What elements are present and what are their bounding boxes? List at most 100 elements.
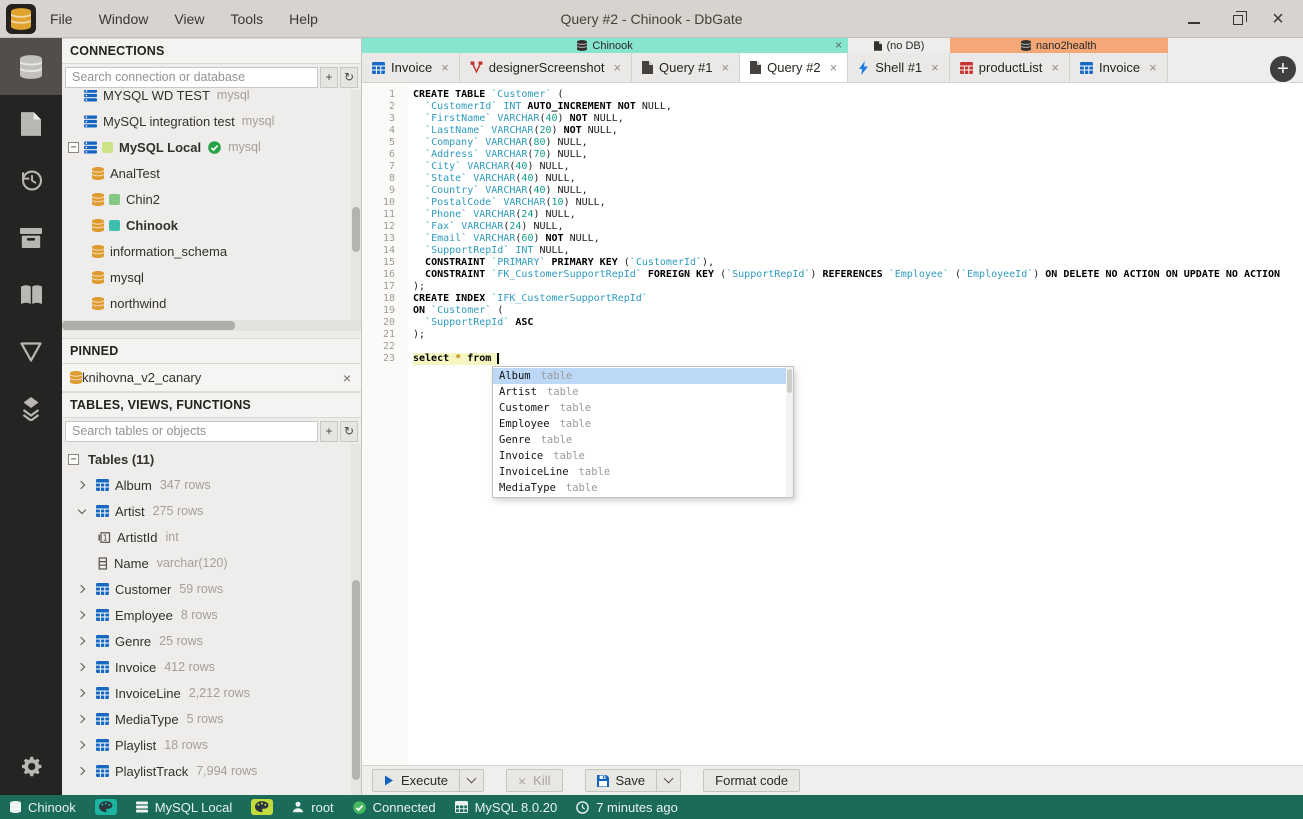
column-row[interactable]: 1 ArtistId int (62, 524, 351, 550)
autocomplete-item[interactable]: Employee table (493, 416, 793, 432)
tables-search-input[interactable] (65, 420, 318, 442)
tables-scrollbar-thumb[interactable] (352, 580, 360, 780)
table-row[interactable]: MediaType 5 rows (62, 706, 351, 732)
table-row[interactable]: PlaylistTrack 7,994 rows (62, 758, 351, 784)
collapse-toggle-icon[interactable]: − (68, 453, 79, 465)
expander-chevron-icon[interactable] (74, 503, 90, 519)
menu-help[interactable]: Help (289, 11, 318, 27)
expander-chevron-icon[interactable] (74, 685, 90, 701)
connections-hscrollbar-thumb[interactable] (62, 321, 235, 330)
table-row[interactable]: Invoice 412 rows (62, 654, 351, 680)
format-code-button[interactable]: Format code (703, 769, 801, 792)
close-group-icon[interactable]: × (835, 38, 842, 53)
table-row[interactable]: Artist 275 rows (62, 498, 351, 524)
palette-icon[interactable] (94, 799, 117, 815)
tab-group-header[interactable]: (no DB) (848, 38, 950, 53)
sql-editor[interactable]: 1 2 3 4 5 6 7 8 9 10 11 12 13 14 15 16 17 18 19 20 21 22 23 CR… (362, 83, 1303, 765)
close-tab-icon[interactable]: × (830, 60, 838, 75)
table-row[interactable]: Playlist 18 rows (62, 732, 351, 758)
execute-dropdown-button[interactable] (458, 769, 484, 792)
table-row[interactable]: Genre 25 rows (62, 628, 351, 654)
menu-window[interactable]: Window (99, 11, 149, 27)
menu-file[interactable]: File (50, 11, 73, 27)
rail-item-file[interactable] (0, 95, 62, 152)
expander-chevron-icon[interactable] (74, 711, 90, 727)
column-row[interactable]: Name varchar(120) (62, 550, 351, 576)
tables-group-row[interactable]: − Tables (11) (62, 446, 351, 472)
table-row[interactable]: Album 347 rows (62, 472, 351, 498)
expander-chevron-icon[interactable] (74, 581, 90, 597)
refresh-tables-button[interactable]: ↻ (340, 420, 358, 442)
expander-chevron-icon[interactable] (74, 659, 90, 675)
connection-item[interactable]: northwind (62, 290, 351, 316)
tab-productlist[interactable]: productList × (949, 53, 1070, 82)
expander-chevron-icon[interactable] (74, 737, 90, 753)
autocomplete-item[interactable]: Invoice table (493, 448, 793, 464)
expander-chevron-icon[interactable] (74, 477, 90, 493)
save-dropdown-button[interactable] (656, 769, 682, 792)
rail-item-database[interactable] (0, 38, 62, 95)
table-row[interactable]: InvoiceLine 2,212 rows (62, 680, 351, 706)
pinned-item[interactable]: knihovna_v2_canary × (62, 364, 361, 392)
table-row[interactable]: Employee 8 rows (62, 602, 351, 628)
autocomplete-item[interactable]: Genre table (493, 432, 793, 448)
minimize-button[interactable] (1185, 10, 1203, 28)
close-tab-icon[interactable]: × (1051, 60, 1059, 75)
connections-search-input[interactable] (65, 66, 318, 88)
rail-item-archive[interactable] (0, 209, 62, 266)
restore-button[interactable] (1227, 10, 1247, 28)
close-tab-icon[interactable]: × (722, 60, 730, 75)
close-tab-icon[interactable]: × (1149, 60, 1157, 75)
connections-scrollbar-thumb[interactable] (352, 207, 360, 252)
close-button[interactable]: × (1269, 9, 1287, 29)
menu-tools[interactable]: Tools (230, 11, 263, 27)
add-table-button[interactable]: + (320, 420, 338, 442)
connection-item[interactable]: Chinook (62, 212, 351, 238)
tab-group-header[interactable]: Chinook × (362, 38, 849, 53)
refresh-connections-button[interactable]: ↻ (340, 66, 358, 88)
autocomplete-item[interactable]: Album table (493, 368, 793, 384)
add-connection-button[interactable]: + (320, 66, 338, 88)
expander-chevron-icon[interactable] (74, 763, 90, 779)
table-row[interactable]: Customer 59 rows (62, 576, 351, 602)
palette-icon[interactable] (251, 799, 274, 815)
execute-button[interactable]: Execute (372, 769, 459, 792)
new-tab-button[interactable]: + (1268, 54, 1298, 84)
connections-scrollbar[interactable] (351, 90, 361, 320)
tab-shell-1[interactable]: Shell #1 × (848, 53, 950, 82)
rail-item-layers[interactable] (0, 380, 62, 437)
connection-item[interactable]: Chin2 (62, 186, 351, 212)
unpin-icon[interactable]: × (343, 370, 351, 386)
menu-view[interactable]: View (174, 11, 204, 27)
tab-designerscreenshot[interactable]: designerScreenshot × (459, 53, 633, 82)
close-tab-icon[interactable]: × (931, 60, 939, 75)
collapse-toggle-icon[interactable]: − (68, 141, 79, 153)
autocomplete-item[interactable]: MediaType table (493, 480, 793, 496)
autocomplete-item[interactable]: Artist table (493, 384, 793, 400)
tab-group-header[interactable]: nano2health (949, 38, 1168, 53)
expander-chevron-icon[interactable] (74, 607, 90, 623)
rail-item-book[interactable] (0, 266, 62, 323)
rail-item-funnel[interactable] (0, 323, 62, 380)
connection-item[interactable]: − MySQL Local mysql (62, 134, 351, 160)
close-tab-icon[interactable]: × (613, 60, 621, 75)
autocomplete-scrollbar[interactable] (786, 367, 793, 497)
tab-invoice[interactable]: Invoice × (362, 53, 460, 82)
rail-item-history[interactable] (0, 152, 62, 209)
expander-chevron-icon[interactable] (74, 633, 90, 649)
connection-item[interactable]: mysql (62, 264, 351, 290)
connection-item[interactable]: MYSQL WD TEST mysql (62, 90, 351, 108)
connection-item[interactable]: AnalTest (62, 160, 351, 186)
tab-query-2[interactable]: Query #2 × (740, 53, 849, 82)
connections-hscrollbar[interactable] (62, 320, 361, 331)
close-tab-icon[interactable]: × (441, 60, 449, 75)
tables-scrollbar[interactable] (351, 444, 361, 795)
kill-button[interactable]: × Kill (505, 769, 563, 792)
autocomplete-item[interactable]: Customer table (493, 400, 793, 416)
tab-query-1[interactable]: Query #1 × (632, 53, 741, 82)
connection-item[interactable]: information_schema (62, 238, 351, 264)
rail-item-settings[interactable] (0, 738, 62, 795)
tab-invoice[interactable]: Invoice × (1069, 53, 1168, 82)
save-button[interactable]: Save (584, 769, 657, 792)
connection-item[interactable]: MySQL integration test mysql (62, 108, 351, 134)
